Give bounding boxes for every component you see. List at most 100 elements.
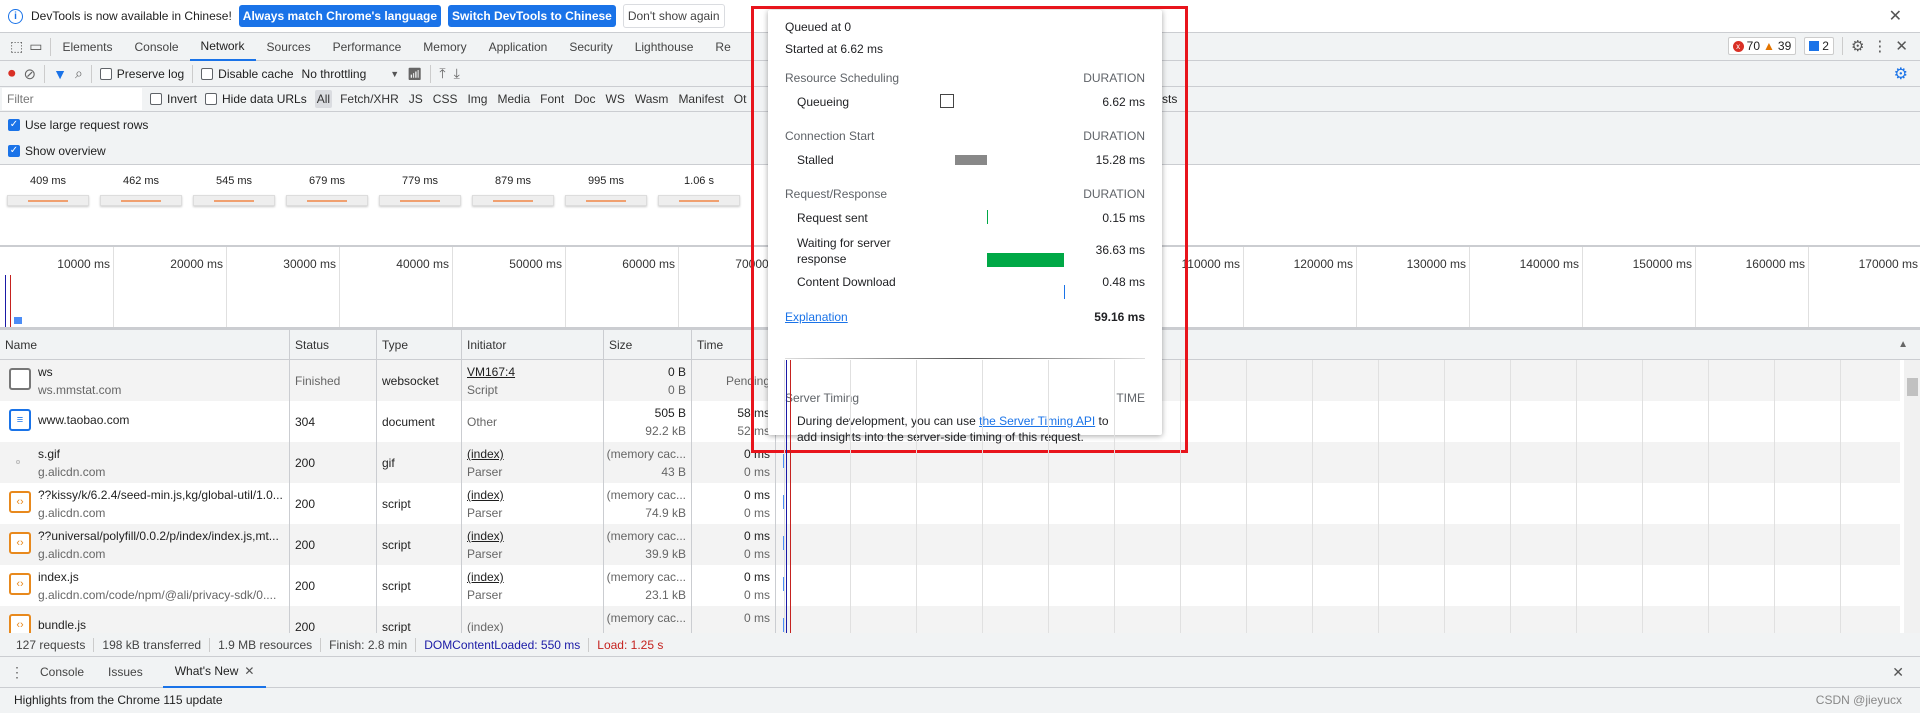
tab-elements[interactable]: Elements: [51, 33, 123, 61]
overview-tick-label: 40000 ms: [396, 257, 449, 271]
name-cell: ≡ www.taobao.com: [0, 401, 290, 442]
dont-show-again-button[interactable]: Don't show again: [622, 4, 725, 28]
preserve-log-checkbox[interactable]: Preserve log: [99, 67, 184, 81]
drawer-menu-icon[interactable]: ⋮: [10, 664, 24, 681]
more-menu-icon[interactable]: ⋮: [1872, 37, 1887, 55]
table-scrollbar[interactable]: [1904, 360, 1920, 633]
filmstrip-frame[interactable]: 1.06 s: [657, 175, 741, 206]
close-tab-icon[interactable]: ✕: [244, 664, 254, 678]
messages-counter[interactable]: 2: [1804, 37, 1834, 55]
filter-type-ws[interactable]: WS: [604, 90, 627, 108]
script-icon: ‹›: [9, 491, 31, 513]
col-type[interactable]: Type: [377, 330, 462, 360]
throttling-select[interactable]: No throttling ▼: [302, 67, 400, 81]
table-row[interactable]: ‹› ??kissy/k/6.2.4/seed-min.js,kg/global-…: [0, 483, 1900, 524]
invert-checkbox[interactable]: Invert: [150, 92, 197, 106]
drawer-tab-issues[interactable]: Issues: [96, 657, 155, 688]
frame-thumbnail: [565, 195, 647, 206]
match-language-button[interactable]: Always match Chrome's language: [238, 5, 442, 27]
frame-time: 462 ms: [122, 175, 160, 187]
error-count: 70: [1746, 39, 1761, 53]
search-icon[interactable]: ⌕: [75, 65, 83, 82]
hide-data-urls-checkbox[interactable]: Hide data URLs: [205, 92, 307, 106]
filter-type-font[interactable]: Font: [538, 90, 566, 108]
filter-input[interactable]: [2, 88, 142, 110]
latency-value: 0 ms: [743, 506, 770, 520]
filmstrip-frame[interactable]: 545 ms: [192, 175, 276, 206]
filter-icon[interactable]: ▼: [53, 66, 67, 82]
tab-lighthouse[interactable]: Lighthouse: [624, 33, 705, 61]
col-name[interactable]: Name: [0, 330, 290, 360]
switch-chinese-button[interactable]: Switch DevTools to Chinese: [448, 5, 616, 27]
filter-type-media[interactable]: Media: [495, 90, 532, 108]
tab-console[interactable]: Console: [124, 33, 190, 61]
col-size[interactable]: Size: [604, 330, 692, 360]
show-overview-checkbox[interactable]: ✓ Show overview: [8, 144, 106, 158]
size-cell: (memory cac...: [604, 606, 692, 633]
tab-sources[interactable]: Sources: [256, 33, 322, 61]
initiator-link[interactable]: (index): [467, 570, 504, 584]
filmstrip-frame[interactable]: 879 ms: [471, 175, 555, 206]
device-toolbar-icon[interactable]: ▭: [29, 38, 42, 55]
initiator-link[interactable]: (index): [467, 529, 504, 543]
clear-icon[interactable]: ⊘: [24, 65, 37, 83]
filter-type-css[interactable]: CSS: [431, 90, 460, 108]
type-value: script: [382, 579, 411, 593]
import-har-icon[interactable]: ⤒: [439, 65, 445, 82]
frame-thumbnail: [658, 195, 740, 206]
waterfall-gridline: [1840, 360, 1841, 633]
close-devtools-icon[interactable]: ✕: [1895, 37, 1908, 55]
filter-type-img[interactable]: Img: [465, 90, 489, 108]
network-settings-icon[interactable]: ⚙: [1894, 64, 1908, 84]
issues-counter[interactable]: x 70 ▲ 39: [1727, 37, 1797, 55]
frame-time: 879 ms: [494, 175, 532, 187]
tab-performance[interactable]: Performance: [322, 33, 413, 61]
frame-time: 779 ms: [401, 175, 439, 187]
overview-gridline: [1695, 247, 1696, 327]
filter-type-js[interactable]: JS: [407, 90, 425, 108]
tab-application[interactable]: Application: [478, 33, 559, 61]
inspect-element-icon[interactable]: ⬚: [10, 38, 23, 55]
initiator-link[interactable]: (index): [467, 488, 504, 502]
overview-gridline: [1243, 247, 1244, 327]
table-row[interactable]: ‹› index.js g.alicdn.com/code/npm/@ali/pri…: [0, 565, 1900, 606]
status-cell: Finished: [290, 360, 377, 401]
export-har-icon[interactable]: ⤓: [454, 65, 460, 82]
type-value: script: [382, 620, 411, 633]
record-icon[interactable]: ⏺: [8, 65, 16, 82]
filter-type-doc[interactable]: Doc: [572, 90, 597, 108]
warning-icon: ▲: [1763, 39, 1775, 53]
filmstrip-frame[interactable]: 679 ms: [285, 175, 369, 206]
filmstrip-frame[interactable]: 995 ms: [564, 175, 648, 206]
filmstrip-frame[interactable]: 409 ms: [6, 175, 90, 206]
drawer-tab-console[interactable]: Console: [28, 657, 96, 688]
tab-security[interactable]: Security: [558, 33, 623, 61]
table-row[interactable]: ‹› bundle.js 200 script (index) (memory cac..…: [0, 606, 1900, 633]
tab-memory[interactable]: Memory: [412, 33, 477, 61]
settings-gear-icon[interactable]: ⚙: [1851, 37, 1864, 55]
filter-type-manifest[interactable]: Manifest: [676, 90, 725, 108]
large-rows-checkbox[interactable]: ✓ Use large request rows: [8, 118, 148, 132]
initiator-link[interactable]: (index): [467, 447, 504, 461]
initiator-link[interactable]: VM167:4: [467, 365, 515, 379]
warning-count: 39: [1777, 39, 1792, 53]
filter-type-ot[interactable]: Ot: [732, 90, 749, 108]
drawer-tab-whats-new[interactable]: What's New ✕: [162, 657, 267, 688]
filmstrip-frame[interactable]: 462 ms: [99, 175, 183, 206]
filmstrip-frame[interactable]: 779 ms: [378, 175, 462, 206]
tab-network[interactable]: Network: [189, 33, 256, 61]
type-cell: script: [377, 606, 462, 633]
request-domain: g.alicdn.com: [38, 465, 106, 479]
filter-type-all[interactable]: All: [314, 90, 333, 108]
disable-cache-checkbox[interactable]: Disable cache: [201, 67, 294, 81]
filter-type-fetchxhr[interactable]: Fetch/XHR: [338, 90, 401, 108]
tab-re[interactable]: Re: [704, 33, 741, 61]
table-row[interactable]: ‹› ??universal/polyfill/0.0.2/p/index/ind…: [0, 524, 1900, 565]
close-drawer-icon[interactable]: ✕: [1892, 664, 1904, 681]
col-initiator[interactable]: Initiator: [462, 330, 604, 360]
finish-time: Finish: 2.8 min: [321, 637, 417, 652]
close-infobar-icon[interactable]: ✕: [1889, 6, 1902, 26]
filter-type-wasm[interactable]: Wasm: [633, 90, 671, 108]
col-status[interactable]: Status: [290, 330, 377, 360]
network-conditions-icon[interactable]: 📶︎: [407, 67, 422, 81]
